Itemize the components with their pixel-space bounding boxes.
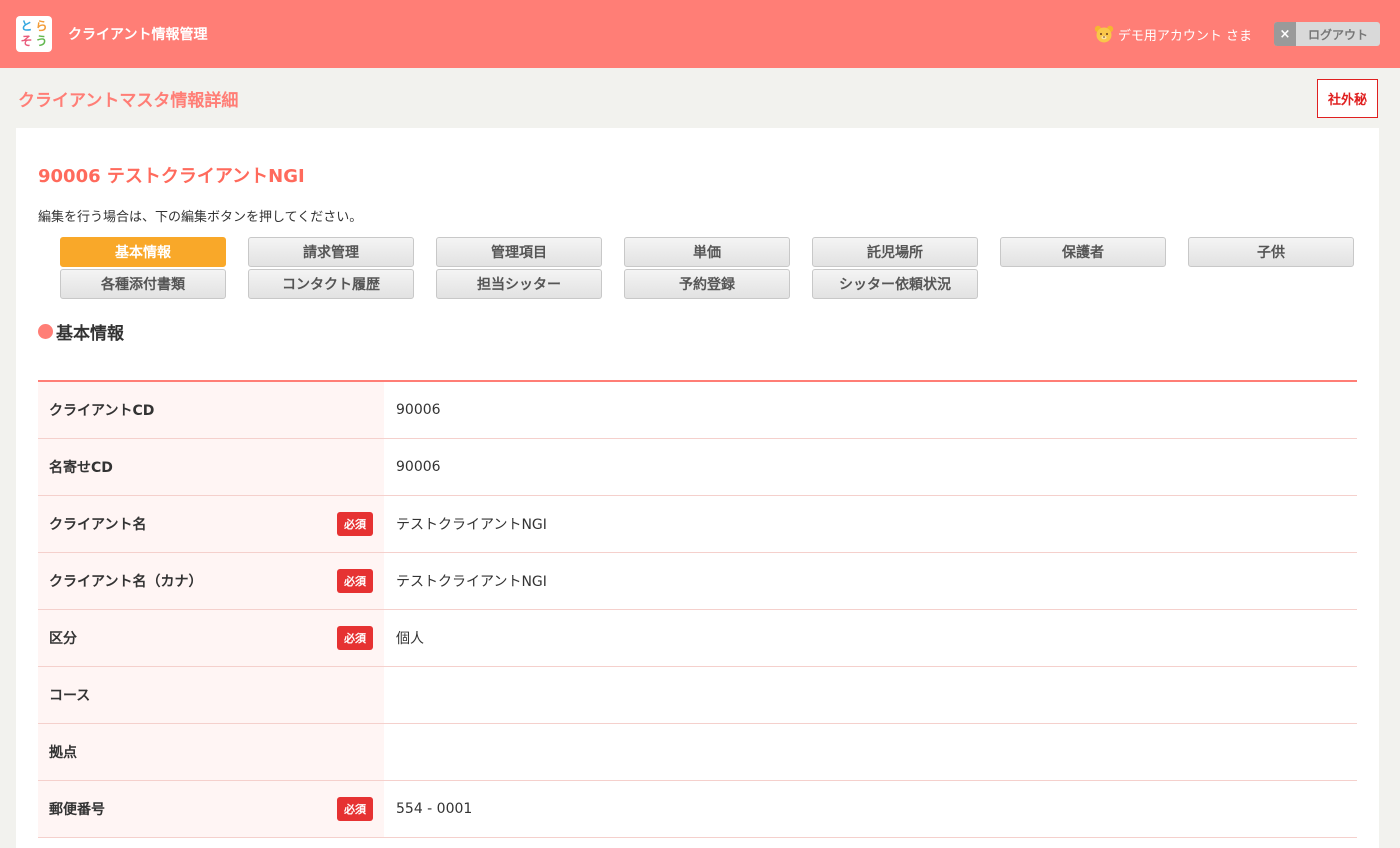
- logo-char: そ: [20, 34, 33, 48]
- field-label-text: 郵便番号: [49, 802, 105, 818]
- tab-child[interactable]: 子供: [1188, 237, 1354, 267]
- required-badge: 必須: [337, 569, 373, 593]
- field-label: 拠点: [38, 724, 384, 780]
- field-label: クライアント名（カナ） 必須: [38, 553, 384, 609]
- logo-char: と: [20, 19, 33, 33]
- tab-bar: 基本情報 請求管理 管理項目 単価 託児場所 保護者 子供 各種添付書類 コンタ…: [60, 237, 1357, 299]
- content-panel: 90006 テストクライアントNGI 編集を行う場合は、下の編集ボタンを押してく…: [16, 128, 1379, 848]
- tab-guardian[interactable]: 保護者: [1000, 237, 1166, 267]
- field-label: クライアントCD: [38, 382, 384, 438]
- required-badge: 必須: [337, 512, 373, 536]
- account-name: デモ用アカウント さま: [1117, 28, 1252, 44]
- table-row: 名寄せCD 90006: [38, 439, 1357, 496]
- app-title: クライアント情報管理: [68, 27, 208, 43]
- tab-unit-price[interactable]: 単価: [624, 237, 790, 267]
- table-row: クライアントCD 90006: [38, 382, 1357, 439]
- close-icon: ×: [1274, 22, 1296, 46]
- logo-char: う: [35, 34, 48, 48]
- header-right: デモ用アカウント さま × ログアウト: [1094, 22, 1380, 46]
- table-row: クライアント名（カナ） 必須 テストクライアントNGI: [38, 553, 1357, 610]
- field-value: テストクライアントNGI: [396, 517, 547, 533]
- tab-contact-history[interactable]: コンタクト履歴: [248, 269, 414, 299]
- field-label-text: クライアント名（カナ）: [49, 574, 203, 590]
- field-label-text: クライアントCD: [49, 403, 155, 419]
- field-value: テストクライアントNGI: [396, 574, 547, 590]
- logout-label: ログアウト: [1307, 27, 1368, 42]
- field-label: クライアント名 必須: [38, 496, 384, 552]
- tab-management-items[interactable]: 管理項目: [436, 237, 602, 267]
- basic-info-table: クライアントCD 90006 名寄せCD 90006 クライアント名 必須 テス…: [38, 380, 1357, 838]
- account-info: デモ用アカウント さま: [1094, 25, 1252, 44]
- tab-billing[interactable]: 請求管理: [248, 237, 414, 267]
- section-title-text: 基本情報: [56, 324, 124, 344]
- page-title: クライアントマスタ情報詳細: [18, 90, 239, 111]
- field-label-text: 名寄せCD: [49, 460, 113, 476]
- edit-instruction: 編集を行う場合は、下の編集ボタンを押してください。: [38, 210, 363, 225]
- app-logo[interactable]: と ら そ う: [16, 16, 52, 52]
- field-value: 個人: [396, 631, 424, 647]
- field-label-text: 拠点: [49, 745, 77, 761]
- field-value: [384, 724, 1357, 780]
- bear-icon: [1094, 25, 1114, 43]
- table-row: クライアント名 必須 テストクライアントNGI: [38, 496, 1357, 553]
- client-title: 90006 テストクライアントNGI: [38, 166, 305, 187]
- field-value: 90006: [396, 459, 441, 475]
- field-label-text: 区分: [49, 631, 77, 647]
- field-value: [384, 667, 1357, 723]
- required-badge: 必須: [337, 797, 373, 821]
- tab-assigned-sitter[interactable]: 担当シッター: [436, 269, 602, 299]
- confidential-badge: 社外秘: [1316, 78, 1378, 118]
- tab-sitter-request-status[interactable]: シッター依頼状況: [812, 269, 978, 299]
- table-row: 郵便番号 必須 554 - 0001: [38, 781, 1357, 838]
- tab-attachments[interactable]: 各種添付書類: [60, 269, 226, 299]
- required-badge: 必須: [337, 626, 373, 650]
- bullet-dot-icon: [38, 324, 53, 339]
- table-row: 拠点: [38, 724, 1357, 781]
- table-row: コース: [38, 667, 1357, 724]
- field-label: コース: [38, 667, 384, 723]
- section-title: 基本情報: [38, 319, 1357, 344]
- field-value: 90006: [396, 402, 441, 418]
- field-value: 554 - 0001: [396, 801, 473, 817]
- subheader: クライアントマスタ情報詳細 社外秘: [0, 68, 1400, 128]
- field-label: 郵便番号 必須: [38, 781, 384, 837]
- logout-button[interactable]: × ログアウト: [1274, 22, 1380, 46]
- field-label-text: クライアント名: [49, 517, 147, 533]
- field-label: 区分 必須: [38, 610, 384, 666]
- tab-childcare-location[interactable]: 託児場所: [812, 237, 978, 267]
- table-row: 区分 必須 個人: [38, 610, 1357, 667]
- field-label-text: コース: [49, 688, 91, 704]
- tab-reservation[interactable]: 予約登録: [624, 269, 790, 299]
- field-label: 名寄せCD: [38, 439, 384, 495]
- tab-basic-info[interactable]: 基本情報: [60, 237, 226, 267]
- logo-char: ら: [35, 19, 48, 33]
- app-header: と ら そ う クライアント情報管理 デモ用アカウント さま × ログアウト: [0, 0, 1400, 68]
